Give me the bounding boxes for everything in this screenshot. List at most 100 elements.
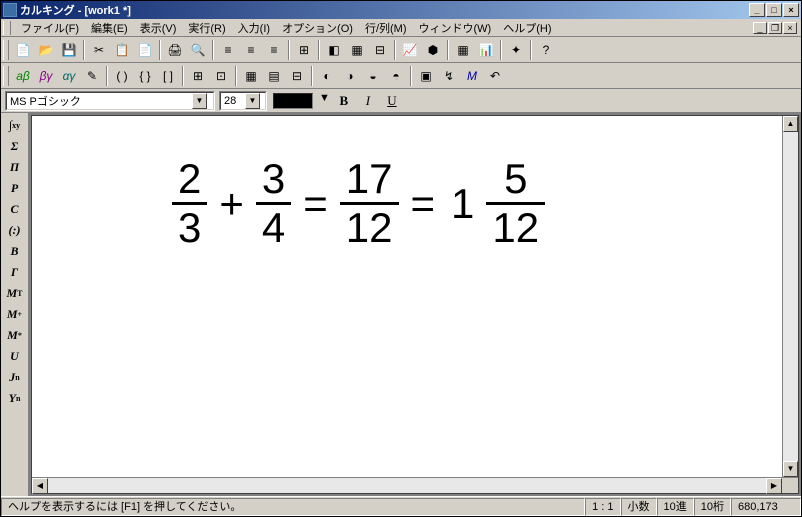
matrix-b-button[interactable]: ⊡ — [210, 65, 232, 87]
mdi-restore-button[interactable]: ❐ — [768, 22, 782, 34]
menu-edit[interactable]: 編集(E) — [85, 19, 134, 37]
status-mode1: 小数 — [621, 498, 657, 516]
copy-button[interactable]: 📋 — [111, 39, 133, 61]
paren-button[interactable]: ( ) — [111, 65, 133, 87]
menu-file[interactable]: ファイル(F) — [15, 19, 85, 37]
mdi-minimize-button[interactable]: _ — [753, 22, 767, 34]
font-size-input[interactable] — [221, 95, 245, 107]
grid-button[interactable]: ⊞ — [293, 39, 315, 61]
app-icon — [3, 3, 17, 17]
scroll-down-button[interactable]: ▼ — [783, 461, 798, 477]
vtool-jn[interactable]: Jn — [3, 367, 27, 387]
table-a-button[interactable]: ▦ — [240, 65, 262, 87]
document-frame: 23 + 34 = 1712 = 1 512 — [31, 115, 799, 494]
maximize-button[interactable]: □ — [766, 3, 782, 17]
font-name-combo[interactable]: ▼ — [5, 91, 215, 111]
menu-rowcol[interactable]: 行/列(M) — [359, 19, 413, 37]
minimize-button[interactable]: _ — [749, 3, 765, 17]
bracket-button[interactable]: { } — [134, 65, 156, 87]
vtool-sigma[interactable]: Σ — [3, 136, 27, 156]
menubar-handle[interactable] — [3, 21, 11, 35]
cut-button[interactable]: ✂ — [88, 39, 110, 61]
help-button[interactable]: ? — [535, 39, 557, 61]
shape-b-button[interactable]: ◑ — [339, 65, 361, 87]
window-title: カルキング - [work1 *] — [20, 2, 749, 18]
toolbar-handle[interactable] — [3, 66, 9, 86]
tool-b-button[interactable]: ▦ — [346, 39, 368, 61]
chart-button[interactable]: 📊 — [475, 39, 497, 61]
menu-option[interactable]: オプション(O) — [276, 19, 359, 37]
vtool-b[interactable]: B — [3, 241, 27, 261]
open-button[interactable]: 📂 — [35, 39, 57, 61]
table-b-button[interactable]: ▤ — [263, 65, 285, 87]
shape-d-button[interactable]: ◓ — [385, 65, 407, 87]
table-button[interactable]: ▦ — [452, 39, 474, 61]
horizontal-scrollbar[interactable]: ◀ ▶ — [32, 477, 798, 493]
fraction-4: 512 — [486, 156, 545, 251]
toolbar-handle[interactable] — [3, 40, 9, 60]
status-ratio: 1 : 1 — [585, 498, 620, 516]
3d-button[interactable]: ⬢ — [422, 39, 444, 61]
misc-c-button[interactable]: M — [461, 65, 483, 87]
vtool-mstar[interactable]: M* — [3, 325, 27, 345]
scroll-up-button[interactable]: ▲ — [783, 116, 798, 132]
print-button[interactable]: 🖨 — [164, 39, 186, 61]
script-a-button[interactable]: aβ — [12, 65, 34, 87]
vtool-integral[interactable]: ∫xy — [3, 115, 27, 135]
vtool-mt[interactable]: MT — [3, 283, 27, 303]
preview-button[interactable]: 🔍 — [187, 39, 209, 61]
script-b-button[interactable]: βγ — [35, 65, 57, 87]
vertical-scrollbar[interactable]: ▲ ▼ — [782, 116, 798, 477]
color-dropdown[interactable]: ▼ — [319, 92, 330, 110]
mdi-close-button[interactable]: × — [783, 22, 797, 34]
dropdown-icon[interactable]: ▼ — [245, 93, 260, 109]
new-button[interactable]: 📄 — [12, 39, 34, 61]
bold-button[interactable]: B — [334, 91, 354, 111]
square-button[interactable]: [ ] — [157, 65, 179, 87]
close-button[interactable]: × — [783, 3, 799, 17]
shape-a-button[interactable]: ◐ — [316, 65, 338, 87]
menu-window[interactable]: ウィンドウ(W) — [413, 19, 498, 37]
vtool-mplus[interactable]: M+ — [3, 304, 27, 324]
vtool-u[interactable]: U — [3, 346, 27, 366]
menu-view[interactable]: 表示(V) — [134, 19, 183, 37]
vertical-toolbar: ∫xy Σ Π P C (:) B Γ MT M+ M* U Jn Yn — [1, 113, 29, 496]
misc-b-button[interactable]: ↯ — [438, 65, 460, 87]
menu-help[interactable]: ヘルプ(H) — [497, 19, 557, 37]
vtool-paren[interactable]: (:) — [3, 220, 27, 240]
align-right-button[interactable]: ≡ — [263, 39, 285, 61]
pencil-button[interactable]: ✎ — [81, 65, 103, 87]
vtool-p[interactable]: P — [3, 178, 27, 198]
vtool-yn[interactable]: Yn — [3, 388, 27, 408]
dropdown-icon[interactable]: ▼ — [192, 93, 207, 109]
whole-number: 1 — [447, 180, 478, 228]
italic-button[interactable]: I — [358, 91, 378, 111]
misc-a-button[interactable]: ▣ — [415, 65, 437, 87]
vtool-gamma[interactable]: Γ — [3, 262, 27, 282]
color-swatch[interactable] — [273, 93, 313, 109]
menu-input[interactable]: 入力(I) — [232, 19, 276, 37]
table-c-button[interactable]: ⊟ — [286, 65, 308, 87]
underline-button[interactable]: U — [382, 91, 402, 111]
undo-button[interactable]: ↶ — [484, 65, 506, 87]
save-button[interactable]: 💾 — [58, 39, 80, 61]
vtool-c[interactable]: C — [3, 199, 27, 219]
font-size-combo[interactable]: ▼ — [219, 91, 267, 111]
align-left-button[interactable]: ≡ — [217, 39, 239, 61]
graph-button[interactable]: 📈 — [399, 39, 421, 61]
fontbar: ▼ ▼ ▼ B I U — [1, 89, 801, 113]
script-c-button[interactable]: αγ — [58, 65, 80, 87]
canvas[interactable]: 23 + 34 = 1712 = 1 512 — [32, 116, 782, 477]
tool-a-button[interactable]: ◧ — [323, 39, 345, 61]
scroll-left-button[interactable]: ◀ — [32, 478, 48, 494]
tool-c-button[interactable]: ⊟ — [369, 39, 391, 61]
align-center-button[interactable]: ≡ — [240, 39, 262, 61]
extra-button[interactable]: ✦ — [505, 39, 527, 61]
shape-c-button[interactable]: ◒ — [362, 65, 384, 87]
matrix-a-button[interactable]: ⊞ — [187, 65, 209, 87]
font-name-input[interactable] — [7, 95, 192, 107]
vtool-pi[interactable]: Π — [3, 157, 27, 177]
paste-button[interactable]: 📄 — [134, 39, 156, 61]
menu-run[interactable]: 実行(R) — [182, 19, 231, 37]
scroll-right-button[interactable]: ▶ — [766, 478, 782, 494]
